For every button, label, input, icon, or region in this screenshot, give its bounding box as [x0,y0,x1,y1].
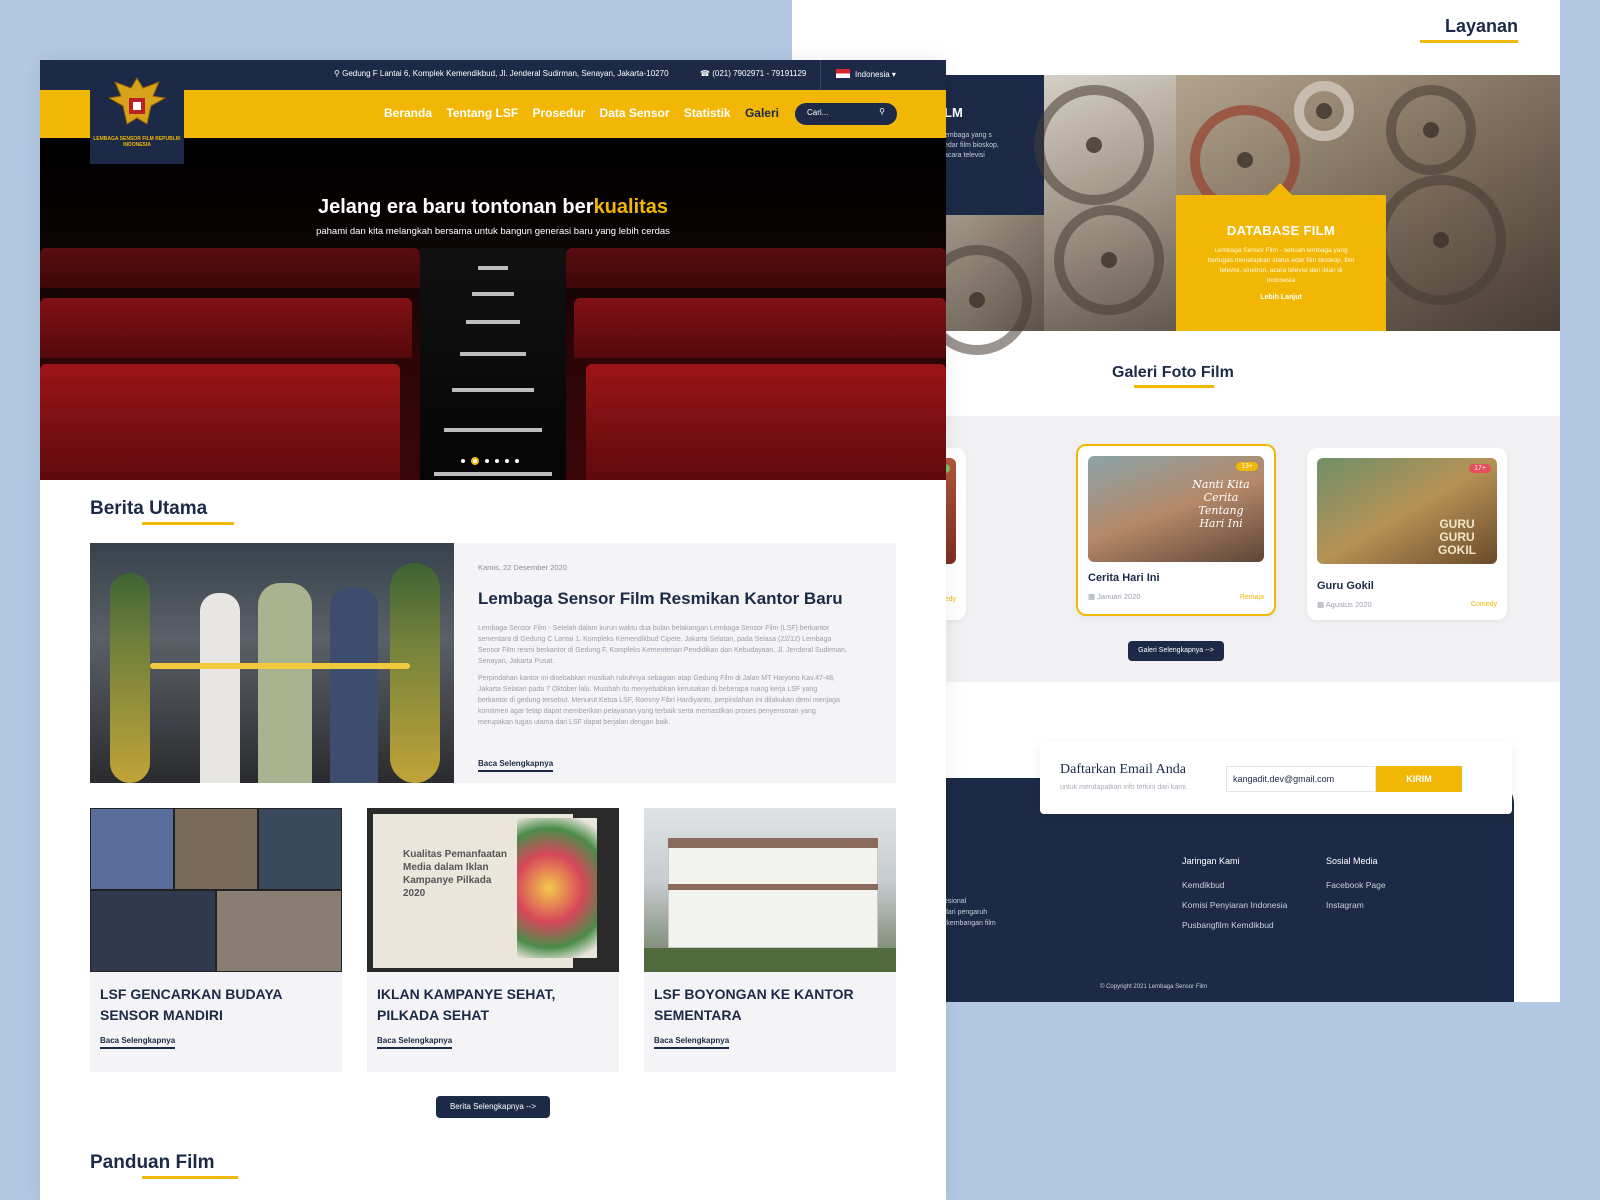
news-card-title[interactable]: LSF GENCARKAN BUDAYA SENSOR MANDIRI [100,984,332,1026]
footer-link[interactable]: Pusbangfilm Kemdikbud [1182,920,1287,930]
hero-title: Jelang era baru tontonan berkualitas [317,196,669,218]
film-card[interactable]: Nanti Kita Cerita Tentang Hari Ini 13+ C… [1076,444,1276,616]
poster-title: Nanti Kita Cerita Tentang Hari Ini [1192,478,1250,530]
service-card-link[interactable]: Lebih Lanjut [1176,294,1386,301]
news-photo: Kualitas Pemanfaatan Media dalam Iklan K… [367,808,619,972]
service-card-desc: Lembaga Sensor Film - sebuah lembaga yan… [1207,247,1355,284]
footer-heading: Jaringan Kami [1182,856,1240,866]
read-more-link[interactable]: Baca Selengkapnya [478,759,554,772]
carousel-dot-active[interactable] [471,457,479,465]
film-date: ▦ Januari 2020 [1088,592,1141,601]
news-card[interactable]: LSF BOYONGAN KE KANTOR SEMENTARA Baca Se… [644,808,896,1072]
film-name: Cerita Hari Ini [1088,572,1160,584]
email-input[interactable]: kangadit.dev@gmail.com [1226,766,1376,792]
search-placeholder: Cari... [807,108,829,117]
news-more-button[interactable]: Berita Selengkapnya --> [436,1096,550,1118]
footer-network: Jaringan Kami Kemdikbud Komisi Penyiaran… [1182,856,1287,940]
footer-link[interactable]: Facebook Page [1326,880,1386,890]
title-underline [1134,385,1214,388]
footer-link[interactable]: Komisi Penyiaran Indonesia [1182,900,1287,910]
language-selector[interactable]: Indonesia ▾ [836,69,896,79]
read-more-link[interactable]: Baca Selengkapnya [654,1036,730,1049]
footer-heading: Sosial Media [1326,856,1378,866]
poster-title: GURU GURU GOKIL [1438,517,1476,557]
phone: ☎ (021) 7902971 - 79191129 [700,69,807,78]
news-photo [90,808,342,972]
read-more-link[interactable]: Baca Selengkapnya [377,1036,453,1049]
subscribe-title: Daftarkan Email Anda [1060,762,1186,777]
news-date: Kamis, 22 Desember 2020 [478,563,567,572]
garuda-emblem-icon [107,74,167,132]
film-name: Guru Gokil [1317,580,1374,592]
gallery-more-button[interactable]: Galeri Selengkapnya --> [1128,641,1224,661]
phone-icon: ☎ [700,69,710,78]
subscribe-desc: untuk mendapatkan info terkini dari kami… [1060,784,1188,791]
nav-item-beranda[interactable]: Beranda [384,106,432,120]
title-underline [1420,40,1518,43]
flag-icon [836,69,850,78]
slide-text: Kualitas Pemanfaatan Media dalam Iklan K… [403,849,507,899]
film-poster: GURU GURU GOKIL 17+ [1317,458,1497,564]
footer-link[interactable]: Instagram [1326,900,1386,910]
guide-section-title: Panduan Film [90,1152,215,1173]
service-panel-title: LM [944,105,963,120]
service-card-title: DATABASE FILM [1226,223,1336,238]
film-genre: Comedy [1470,601,1497,608]
subscribe-box: Daftarkan Email Anda untuk mendapatkan i… [1040,742,1512,814]
search-input[interactable]: Cari... ⚲ [795,103,897,125]
news-section-title: Berita Utama [90,498,208,519]
site-logo[interactable]: LEMBAGA SENSOR FILM REPUBLIK INDONESIA [90,68,184,164]
news-title[interactable]: Lembaga Sensor Film Resmikan Kantor Baru [478,589,843,609]
hero-banner: Jelang era baru tontonan berkualitas pah… [40,138,946,480]
services-title: Layanan [1444,16,1518,36]
carousel-dot[interactable] [461,459,465,463]
news-photo [644,808,896,972]
divider [820,60,821,90]
carousel-dots[interactable] [458,450,522,468]
logo-text: LEMBAGA SENSOR FILM REPUBLIK INDONESIA [93,136,181,148]
film-genre: Remaja [1239,594,1264,601]
carousel-dot[interactable] [515,459,519,463]
hero-subtitle: pahami dan kita melangkah bersama untuk … [316,226,670,237]
carousel-dot[interactable] [505,459,509,463]
address: ⚲ Gedung F Lantai 6, Komplek Kemendikbud… [334,69,669,78]
rating-badge: 17+ [1469,464,1491,473]
nav-item-statistik[interactable]: Statistik [684,106,731,120]
footer-social: Sosial Media Facebook Page Instagram [1326,856,1386,920]
submit-button[interactable]: KIRIM [1376,766,1462,792]
carousel-dot[interactable] [485,459,489,463]
front-page: ⚲ Gedung F Lantai 6, Komplek Kemendikbud… [40,60,946,1200]
stairs [420,248,566,480]
read-more-link[interactable]: Baca Selengkapnya [100,1036,176,1049]
rating-badge: 13+ [1236,462,1258,471]
news-card[interactable]: LSF GENCARKAN BUDAYA SENSOR MANDIRI Baca… [90,808,342,1072]
gallery-title: Galeri Foto Film [1112,364,1234,381]
main-nav: Beranda Tentang LSF Prosedur Data Sensor… [384,106,790,120]
search-icon[interactable]: ⚲ [879,107,885,116]
film-date: ▦ Agustus 2020 [1317,600,1372,609]
film-card[interactable]: GURU GURU GOKIL 17+ Guru Gokil ▦ Agustus… [1307,448,1507,620]
nav-item-data-sensor[interactable]: Data Sensor [600,106,670,120]
location-pin-icon: ⚲ [334,69,340,78]
news-body: Lembaga Sensor Film - Setelah dalam kuru… [478,625,847,726]
copyright: © Copyright 2021 Lembaga Sensor Film [1100,984,1208,990]
nav-item-tentang[interactable]: Tentang LSF [446,106,518,120]
nav-item-prosedur[interactable]: Prosedur [533,106,586,120]
news-card-title[interactable]: IKLAN KAMPANYE SEHAT, PILKADA SEHAT [377,984,609,1026]
film-reel-photo [1034,75,1176,331]
featured-news[interactable]: Kamis, 22 Desember 2020 Lembaga Sensor F… [90,543,896,783]
title-underline [142,1176,238,1179]
news-card-title[interactable]: LSF BOYONGAN KE KANTOR SEMENTARA [654,984,886,1026]
service-panel-desc: embaga yang s edar film bioskop, acara t… [944,132,999,159]
featured-news-photo [90,543,454,783]
carousel-dot[interactable] [495,459,499,463]
nav-item-galeri[interactable]: Galeri [745,106,779,120]
title-underline [142,522,234,525]
footer-about-text: esional dari pengaruh rkembangan film [944,898,996,927]
news-card[interactable]: Kualitas Pemanfaatan Media dalam Iklan K… [367,808,619,1072]
footer-link[interactable]: Kemdikbud [1182,880,1287,890]
film-poster: Nanti Kita Cerita Tentang Hari Ini 13+ [1088,456,1264,562]
database-film-card[interactable]: DATABASE FILM Lembaga Sensor Film - sebu… [1176,183,1386,331]
